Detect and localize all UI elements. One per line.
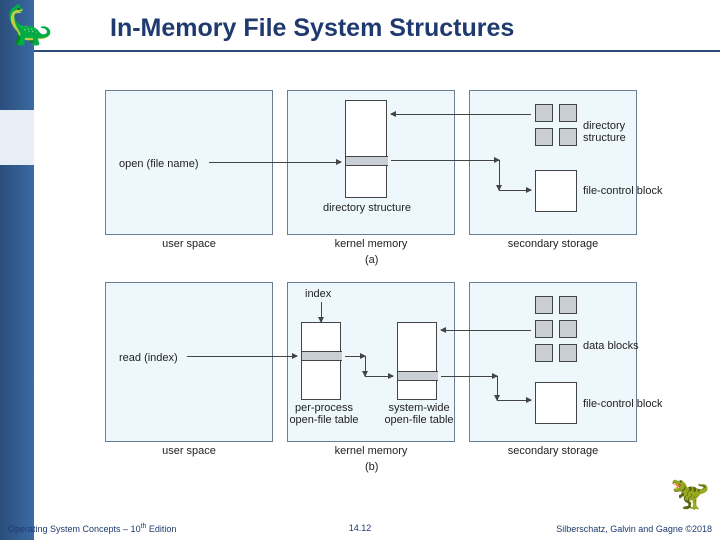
box-fcb-a [535,170,577,212]
disk-dir-block [559,128,577,146]
label-col-kernel-a: kernel memory [287,238,455,250]
arrow-pp-to-sw-v [365,356,366,376]
arrow-index-down [321,302,322,322]
arrow-pp-to-sw-h1 [345,356,365,357]
box-perprocess [301,322,341,400]
caption-b: (b) [365,461,378,473]
title-underline [34,50,720,52]
arrow-data-to-sw [441,330,531,331]
label-fcb-a: file-control block [583,185,662,197]
disk-dir-block [559,104,577,122]
arrow-sw-to-fcb-v [497,376,498,400]
disk-dir-block [535,104,553,122]
footer: Operating System Concepts – 10th Edition… [8,523,712,534]
box-kernel-dirstruct [345,100,387,198]
box-systemwide [397,322,437,400]
arrow-seg2 [499,160,500,190]
caption-a: (a) [365,254,378,266]
diagram-area: open (file name) directory structure dir… [105,80,665,480]
arrow-seg1 [391,160,499,161]
footer-left: Operating System Concepts – 10th Edition [8,523,176,534]
disk-data-block [535,296,553,314]
dinosaur-icon: 🦕 [6,4,53,48]
label-col-userspace-b: user space [105,445,273,457]
arrow-sw-to-fcb-h2 [497,400,531,401]
arrow-dir-from-storage [391,114,531,115]
arrow-sw-to-fcb-h1 [441,376,497,377]
arrow-to-fcb-a [499,190,531,191]
disk-data-block [535,320,553,338]
label-perprocess: per-process open-file table [289,402,359,426]
label-kernel-dirstruct: directory structure [317,202,417,214]
label-open-call: open (file name) [119,158,199,170]
footer-page: 14.12 [349,523,372,533]
disk-data-block [559,344,577,362]
footer-right: Silberschatz, Galvin and Gagne ©2018 [556,524,712,534]
sidebar-stripe [0,0,34,540]
label-data-blocks: data blocks [583,340,639,352]
box-fcb-b [535,382,577,424]
disk-data-block [559,296,577,314]
label-fcb-b: file-control block [583,398,662,410]
label-col-kernel-b: kernel memory [287,445,455,457]
disk-data-block [535,344,553,362]
slide-title: In-Memory File System Structures [110,14,514,43]
label-col-userspace-a: user space [105,238,273,250]
disk-dir-block [535,128,553,146]
arrow-open-to-dir [209,162,341,163]
label-index: index [305,288,331,300]
label-col-storage-a: secondary storage [469,238,637,250]
dinosaur-icon: 🦖 [670,474,710,512]
label-col-storage-b: secondary storage [469,445,637,457]
arrow-read-to-pp [187,356,297,357]
disk-data-block [559,320,577,338]
arrow-pp-to-sw-h2 [365,376,393,377]
sidebar-accent [0,110,34,165]
label-storage-dirstruct: directory structure [583,120,665,144]
label-systemwide: system-wide open-file table [383,402,455,426]
label-read-call: read (index) [119,352,178,364]
